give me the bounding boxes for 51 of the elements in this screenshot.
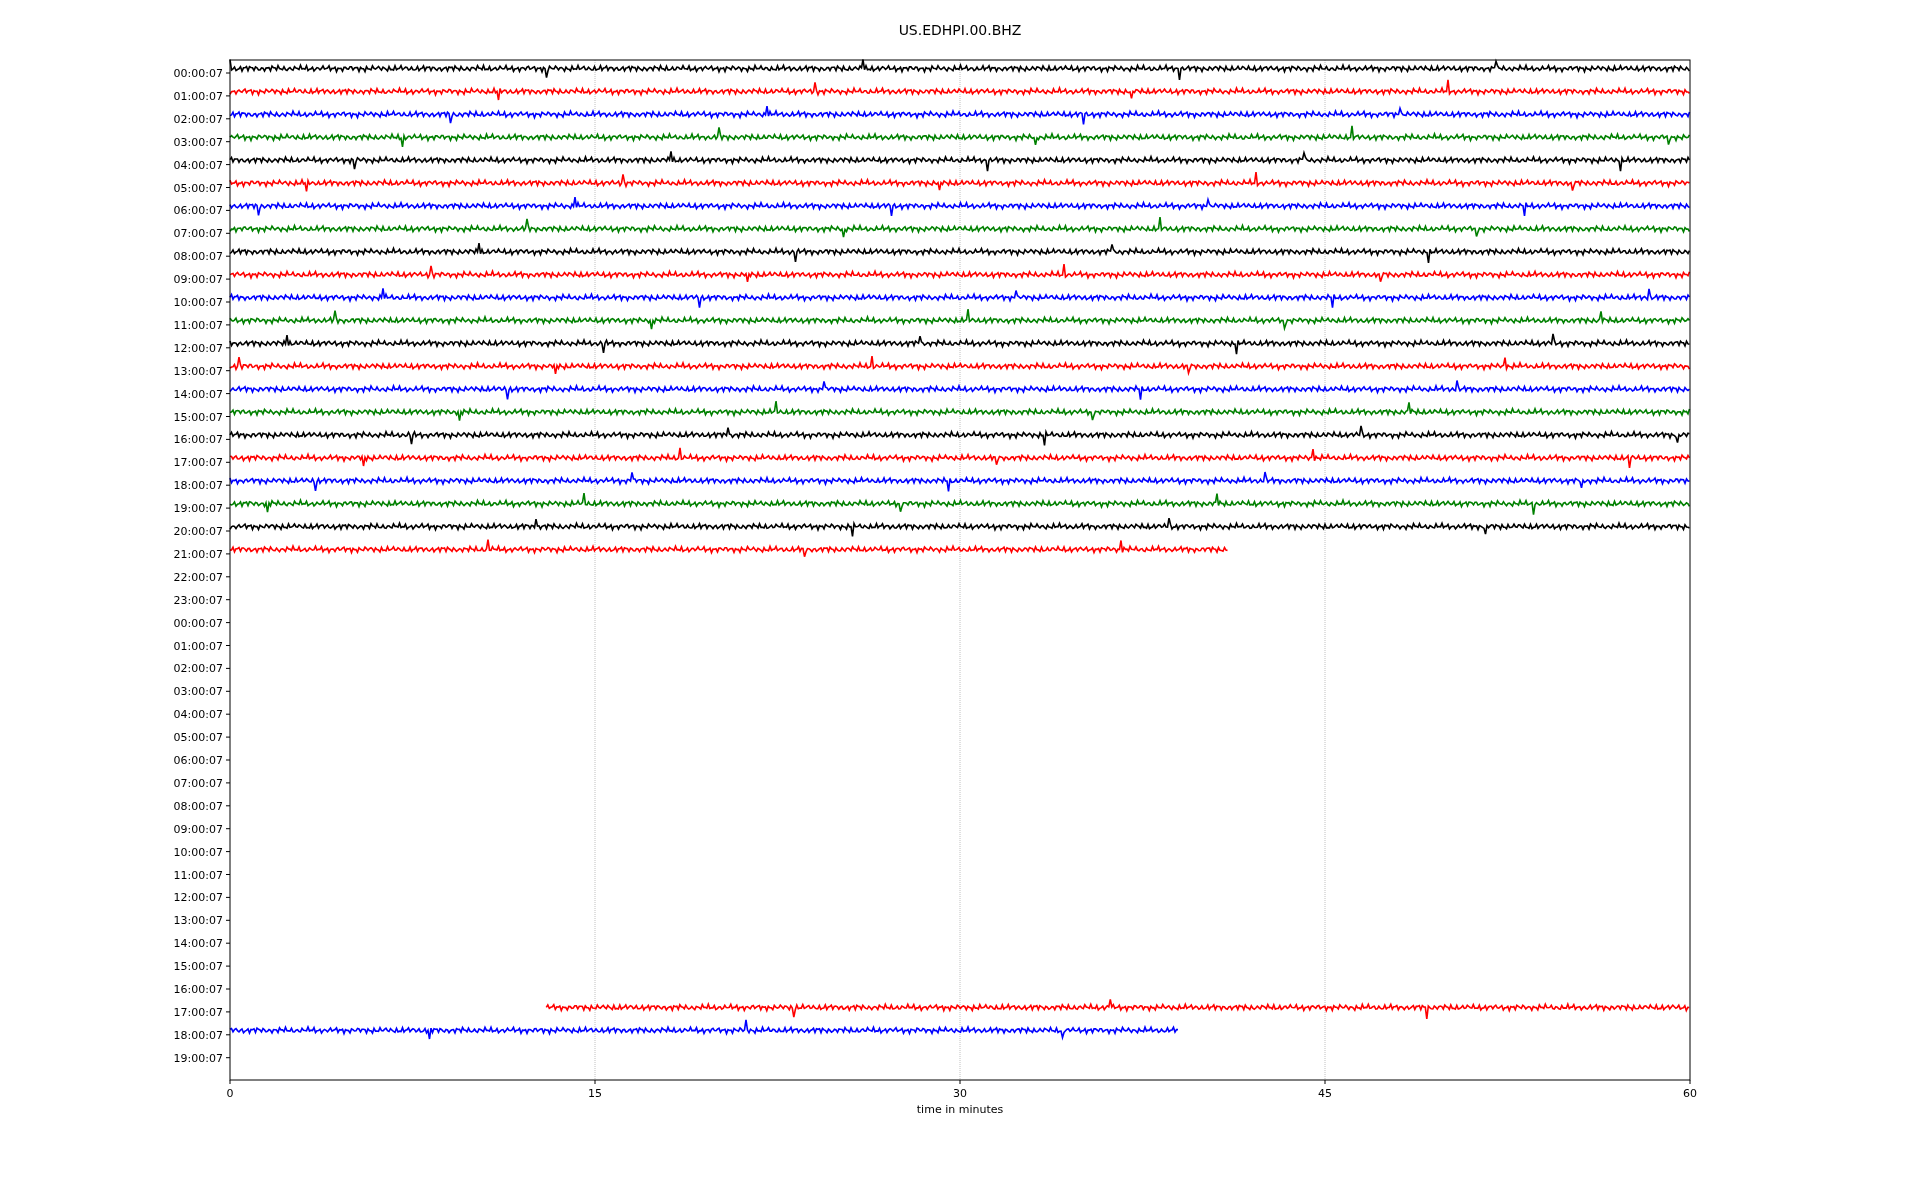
- y-axis-label: 06:00:07: [173, 754, 223, 767]
- y-axis-label: 06:00:07: [173, 204, 223, 218]
- y-axis-label: 14:00:07: [173, 937, 223, 951]
- y-axis-label: 19:00:07: [173, 1051, 223, 1065]
- y-axis-label: 03:00:07: [173, 685, 223, 699]
- chart-title: US.EDHPI.00.BHZ: [898, 22, 1022, 38]
- y-axis-label: 17:00:07: [173, 1005, 223, 1019]
- y-axis-label: 12:00:07: [173, 891, 223, 905]
- x-tick-label: 30: [953, 1087, 967, 1100]
- y-axis-label: 12:00:07: [173, 341, 223, 355]
- y-axis-label: 15:00:07: [173, 960, 223, 974]
- y-axis-label: 17:00:07: [173, 456, 223, 470]
- y-axis-label: 21:00:07: [173, 547, 223, 561]
- y-axis-label: 01:00:07: [173, 89, 223, 103]
- y-axis-label: 20:00:07: [173, 525, 223, 538]
- y-axis-label: 18:00:07: [173, 479, 223, 493]
- y-axis-label: 08:00:07: [173, 250, 223, 264]
- y-axis-label: 10:00:07: [173, 845, 223, 859]
- y-axis-label: 19:00:07: [173, 502, 223, 516]
- y-axis-label: 05:00:07: [173, 731, 223, 745]
- y-axis-label: 23:00:07: [173, 593, 223, 607]
- y-axis-label: 15:00:07: [173, 410, 223, 424]
- x-tick-label: 0: [226, 1087, 234, 1100]
- y-axis-label: 22:00:07: [173, 570, 223, 584]
- y-axis-label: 16:00:07: [173, 433, 223, 447]
- y-axis-label: 18:00:07: [173, 1028, 223, 1042]
- y-axis-label: 04:00:07: [173, 708, 223, 722]
- y-axis-label: 02:00:07: [173, 662, 223, 676]
- y-axis-label: 10:00:07: [173, 296, 223, 309]
- y-axis-label: 04:00:07: [173, 158, 223, 172]
- y-axis-label: 03:00:07: [173, 135, 223, 149]
- y-axis-label: 13:00:07: [173, 914, 223, 928]
- y-axis-label: 05:00:07: [173, 181, 223, 195]
- x-tick-label: 60: [1683, 1087, 1697, 1100]
- y-axis-label: 16:00:07: [173, 983, 223, 996]
- y-axis-label: 09:00:07: [173, 273, 223, 287]
- x-tick-label: 45: [1318, 1087, 1332, 1100]
- y-axis-label: 13:00:07: [173, 364, 223, 378]
- y-axis-label: 01:00:07: [173, 639, 223, 653]
- y-axis-label: 14:00:07: [173, 387, 223, 401]
- y-axis-label: 02:00:07: [173, 112, 223, 126]
- y-axis-label: 07:00:07: [173, 227, 223, 241]
- x-axis-title: time in minutes: [916, 1103, 1004, 1116]
- x-tick-label: 15: [588, 1087, 602, 1100]
- y-axis-label: 00:00:07: [173, 67, 223, 80]
- y-axis-label: 00:00:07: [173, 616, 223, 630]
- y-axis-label: 11:00:07: [173, 318, 223, 332]
- y-axis-label: 08:00:07: [173, 799, 223, 813]
- y-axis-label: 07:00:07: [173, 776, 223, 790]
- y-axis-label: 11:00:07: [173, 868, 223, 882]
- y-axis-label: 09:00:07: [173, 822, 223, 836]
